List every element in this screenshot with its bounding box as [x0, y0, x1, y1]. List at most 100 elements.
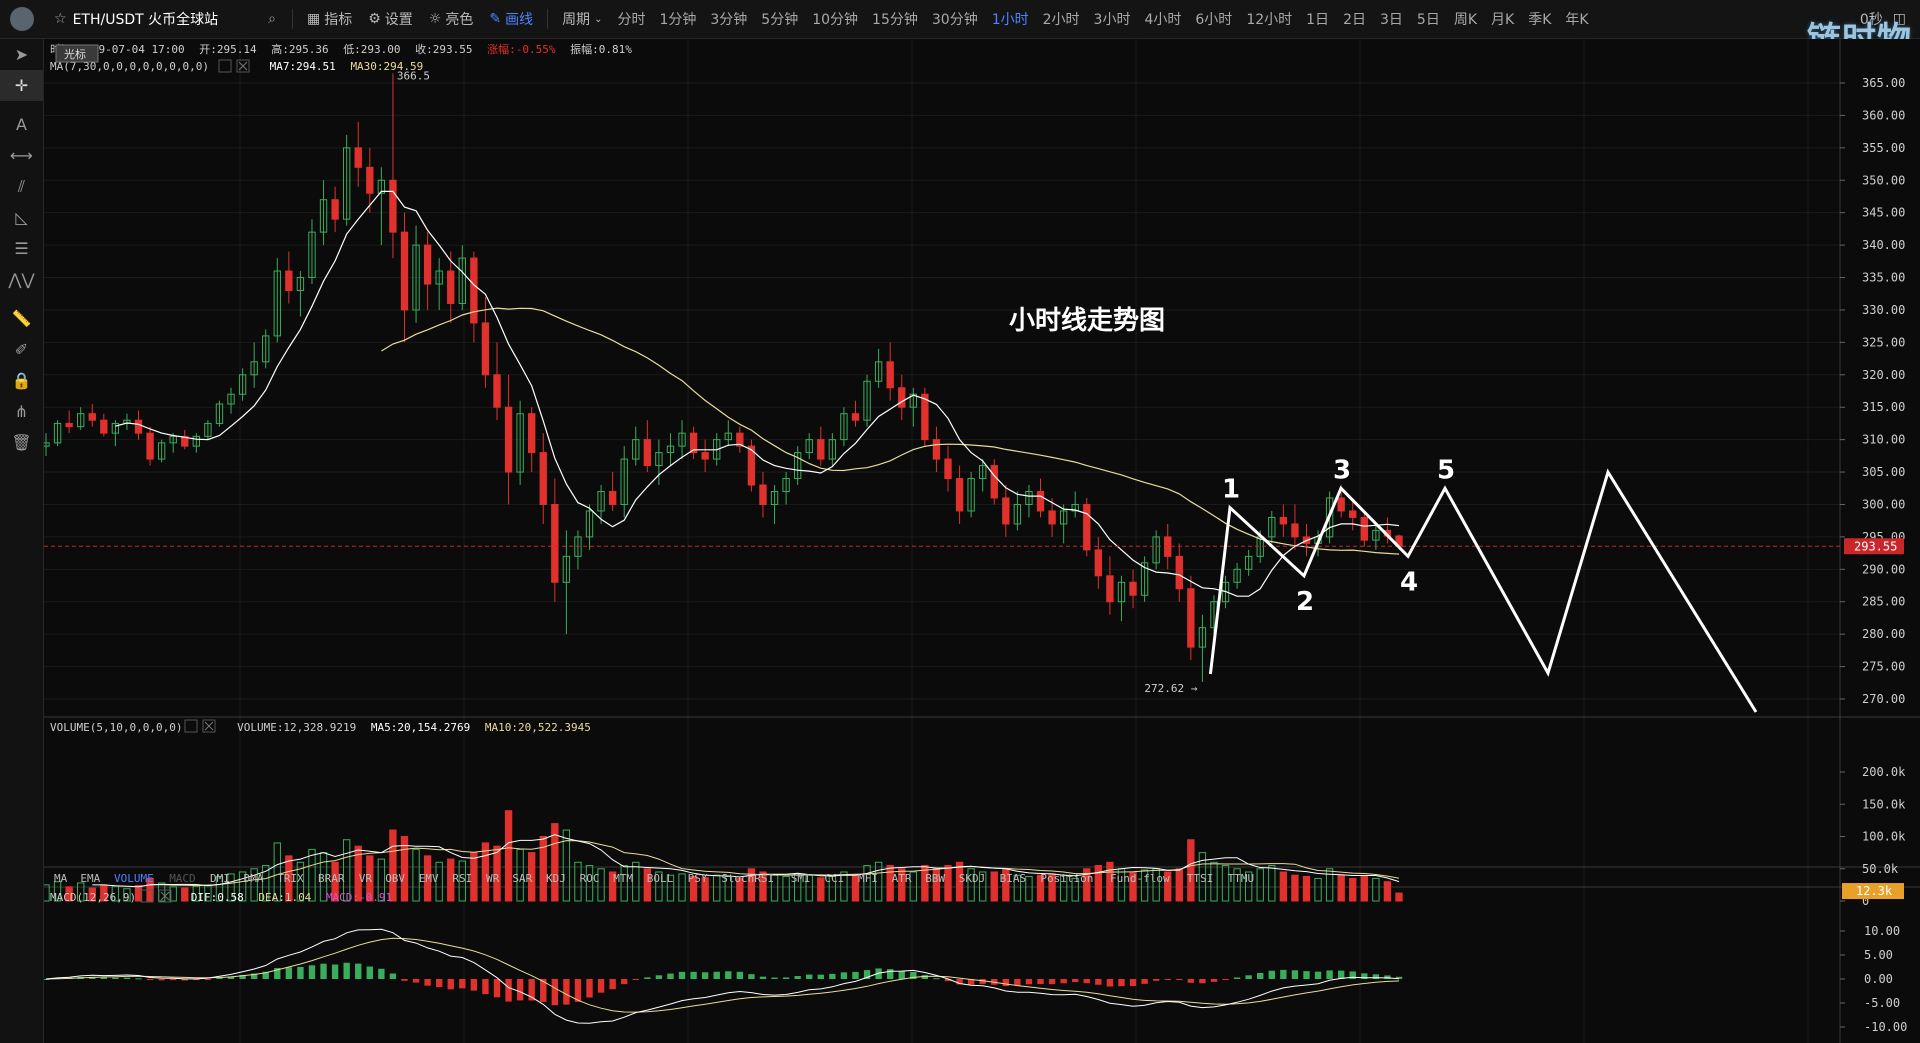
period-item-11[interactable]: 6小时 — [1188, 9, 1239, 29]
text-tool[interactable]: A — [0, 109, 43, 140]
period-item-16[interactable]: 5日 — [1410, 9, 1447, 29]
candle-body — [389, 179, 397, 233]
indicator-tab-rsi[interactable]: RSI — [452, 872, 472, 885]
period-item-5[interactable]: 15分钟 — [865, 9, 925, 29]
macd-bar — [713, 971, 720, 979]
indicator-tab-boll[interactable]: BOLL — [647, 872, 674, 885]
candle-body — [493, 374, 501, 408]
indicator-tab-bbw[interactable]: BBW — [925, 872, 945, 885]
macd-bar — [1164, 979, 1171, 980]
macd-bar — [1210, 979, 1218, 982]
indicator-tab-cci[interactable]: CCI — [824, 872, 844, 885]
candle-body — [817, 439, 825, 460]
indicator-tab-position[interactable]: Position — [1040, 872, 1093, 885]
period-item-17[interactable]: 周K — [1447, 9, 1484, 29]
divider — [547, 9, 549, 29]
indicator-tab-ttsi[interactable]: TTSI — [1187, 872, 1214, 885]
period-item-9[interactable]: 3小时 — [1087, 9, 1138, 29]
macd-bar — [320, 963, 327, 979]
period-item-18[interactable]: 月K — [1484, 9, 1521, 29]
magnet-tool[interactable]: ⋔ — [0, 396, 43, 427]
crosshair-tool[interactable]: ✛ — [0, 70, 43, 101]
period-item-20[interactable]: 年K — [1558, 9, 1595, 29]
cursor-icon: ➤ — [14, 45, 29, 64]
period-item-15[interactable]: 3日 — [1373, 9, 1410, 29]
theme-toggle-button[interactable]: ☼ 亮色 — [421, 9, 482, 29]
price-tick-label: 320.00 — [1862, 368, 1905, 382]
indicator-tab-dmi[interactable]: DMI — [210, 872, 230, 885]
settings-button[interactable]: ⚙ 设置 — [360, 9, 421, 29]
indicator-tab-psy[interactable]: PSY — [688, 872, 708, 885]
indicator-tab-dma[interactable]: DMA — [244, 872, 264, 885]
triangle-tool[interactable]: ◺ — [0, 202, 43, 233]
last-price-tag: 293.55 — [1844, 538, 1904, 555]
indicator-tab-ma[interactable]: MA — [54, 872, 68, 885]
indicator-tab-ttmu[interactable]: TTMU — [1228, 872, 1255, 885]
period-item-2[interactable]: 3分钟 — [703, 9, 754, 29]
period-dropdown[interactable]: 周期 ⌄ — [554, 9, 610, 29]
indicator-tab-trix[interactable]: TRIX — [277, 872, 304, 885]
indicator-tab-emv[interactable]: EMV — [419, 872, 439, 885]
indicator-tab-wr[interactable]: WR — [486, 872, 500, 885]
indicator-tab-ema[interactable]: EMA — [80, 872, 100, 885]
period-item-10[interactable]: 4小时 — [1137, 9, 1188, 29]
period-item-4[interactable]: 10分钟 — [805, 9, 865, 29]
channel-tool[interactable]: ⫽ — [0, 171, 43, 202]
indicator-tab-kdj[interactable]: KDJ — [546, 872, 566, 885]
period-item-8[interactable]: 2小时 — [1036, 9, 1087, 29]
period-item-1[interactable]: 1分钟 — [652, 9, 703, 29]
indicator-tab-atr[interactable]: ATR — [892, 872, 912, 885]
indicator-tab-smi[interactable]: SMI — [791, 872, 811, 885]
delete-tool[interactable]: 🗑 — [0, 427, 43, 458]
macd-bar — [655, 975, 663, 979]
indicators-button[interactable]: ▦ 指标 — [299, 9, 360, 29]
indicator-tab-vr[interactable]: VR — [359, 872, 373, 885]
macd-bar — [204, 979, 212, 980]
candle-body — [354, 147, 362, 168]
search-icon[interactable]: ⌕ — [268, 11, 276, 27]
indicator-tab-roc[interactable]: ROC — [580, 872, 600, 885]
period-item-13[interactable]: 1日 — [1299, 9, 1336, 29]
cursor-tool[interactable]: ➤ — [0, 39, 43, 70]
lock-tool[interactable]: 🔒 — [0, 365, 43, 396]
macd-bar — [1222, 979, 1229, 980]
period-item-12[interactable]: 12小时 — [1239, 9, 1299, 29]
brush-tool[interactable]: ✐ — [0, 334, 43, 365]
indicator-tab-fund-flow[interactable]: Fund-flow — [1110, 872, 1170, 885]
indicator-tab-bias[interactable]: BIAS — [1000, 872, 1027, 885]
indicator-tab-skdj[interactable]: SKDJ — [959, 872, 986, 885]
indicator-tab-macd[interactable]: MACD — [169, 872, 196, 885]
indicator-tab-brar[interactable]: BRAR — [318, 872, 345, 885]
symbol-selector[interactable]: ☆ ETH/USDT 火币全球站 ⌕ — [44, 9, 286, 29]
period-item-3[interactable]: 5分钟 — [754, 9, 805, 29]
candle-body — [146, 432, 154, 460]
volume-label: VOLUME(5,10,0,0,0,0) — [50, 721, 182, 734]
pattern-tool[interactable]: ⋀⋁ — [0, 264, 43, 295]
lock-icon: 🔒 — [11, 371, 32, 390]
candle-body — [1002, 497, 1010, 525]
period-item-7[interactable]: 1小时 — [985, 9, 1036, 29]
fibonacci-tool[interactable]: ☰ — [0, 233, 43, 264]
indicator-tab-stochrsi[interactable]: StochRSI — [721, 872, 774, 885]
star-icon[interactable]: ☆ — [54, 11, 67, 27]
volume-bar — [1302, 875, 1311, 902]
indicator-tab-obv[interactable]: OBV — [385, 872, 405, 885]
indicator-tab-volume[interactable]: VOLUME — [114, 872, 154, 885]
ruler-icon: 📏 — [11, 309, 32, 328]
ruler-tool[interactable]: 📏 — [0, 303, 43, 334]
macd-bar — [1060, 979, 1067, 984]
period-item-0[interactable]: 分时 — [610, 9, 652, 29]
draw-button[interactable]: ✎ 画线 — [481, 9, 541, 29]
indicator-tab-mtm[interactable]: MTM — [613, 872, 633, 885]
period-item-6[interactable]: 30分钟 — [925, 9, 985, 29]
line-tool[interactable]: ⟷ — [0, 140, 43, 171]
macd-bar — [667, 973, 674, 979]
app-logo[interactable] — [0, 0, 44, 38]
chart-area[interactable]: 270.00275.00280.00285.00290.00295.00300.… — [44, 39, 1920, 1043]
period-item-19[interactable]: 季K — [1521, 9, 1558, 29]
indicator-tab-mfi[interactable]: MFI — [858, 872, 878, 885]
candle-body — [285, 270, 293, 291]
indicator-tab-sar[interactable]: SAR — [512, 872, 532, 885]
price-tick-label: 330.00 — [1862, 303, 1905, 317]
period-item-14[interactable]: 2日 — [1336, 9, 1373, 29]
